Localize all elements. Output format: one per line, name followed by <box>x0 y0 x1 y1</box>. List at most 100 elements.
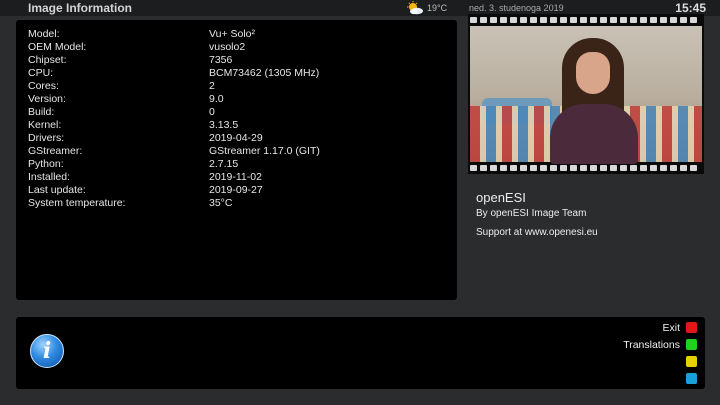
live-tv-picture <box>470 26 702 164</box>
info-row: Cores: 2 <box>28 80 320 93</box>
info-value: Vu+ Solo² <box>209 28 256 40</box>
info-row: Drivers: 2019-04-29 <box>28 132 320 145</box>
color-key-button[interactable] <box>686 356 697 367</box>
info-label: Kernel: <box>28 119 62 131</box>
brand-team: By openESI Image Team <box>476 208 587 219</box>
color-key-button[interactable] <box>686 339 697 350</box>
film-perforation <box>480 17 487 23</box>
film-perforation <box>470 165 477 171</box>
info-row: Chipset: 7356 <box>28 54 320 67</box>
film-perforations-bottom <box>468 162 704 174</box>
film-perforation <box>580 17 587 23</box>
info-row: CPU: BCM73462 (1305 MHz) <box>28 67 320 80</box>
film-perforation <box>560 165 567 171</box>
picture-face <box>576 52 610 94</box>
film-perforation <box>610 165 617 171</box>
film-perforation <box>650 165 657 171</box>
film-perforation <box>550 165 557 171</box>
film-perforation <box>640 165 647 171</box>
info-value: 9.0 <box>209 93 224 105</box>
color-key-button[interactable] <box>686 322 697 333</box>
info-value: 2019-09-27 <box>209 184 263 196</box>
info-label: Model: <box>28 28 60 40</box>
film-perforation <box>490 165 497 171</box>
film-perforation <box>510 165 517 171</box>
sun-cloud-icon <box>407 1 423 15</box>
film-perforation <box>470 17 477 23</box>
film-perforation <box>610 17 617 23</box>
info-value: 2019-11-02 <box>209 171 262 183</box>
info-row: Last update: 2019-09-27 <box>28 184 320 197</box>
color-key-2[interactable]: Translations <box>623 337 697 352</box>
film-perforation <box>570 165 577 171</box>
color-key-button[interactable] <box>686 373 697 384</box>
film-perforation <box>640 17 647 23</box>
info-value: GStreamer 1.17.0 (GIT) <box>209 145 320 157</box>
color-key-3[interactable] <box>680 354 697 369</box>
color-key-label: Translations <box>623 338 680 351</box>
info-row: Python: 2.7.15 <box>28 158 320 171</box>
color-key-1[interactable]: Exit <box>662 320 697 335</box>
film-perforation <box>550 17 557 23</box>
film-perforation <box>570 17 577 23</box>
film-perforation <box>500 165 507 171</box>
film-perforations-top <box>468 14 704 26</box>
info-label: Version: <box>28 93 66 105</box>
color-key-4[interactable] <box>680 371 697 386</box>
picture-body <box>550 104 638 164</box>
film-perforation <box>540 17 547 23</box>
film-perforation <box>680 17 687 23</box>
film-perforation <box>490 17 497 23</box>
info-label: Python: <box>28 158 64 170</box>
film-perforation <box>690 165 697 171</box>
film-perforation <box>530 17 537 23</box>
video-preview <box>468 14 704 174</box>
film-perforation <box>630 165 637 171</box>
info-value: 2019-04-29 <box>209 132 263 144</box>
info-label: Installed: <box>28 171 71 183</box>
film-perforation <box>590 17 597 23</box>
film-perforation <box>520 17 527 23</box>
info-row: Kernel: 3.13.5 <box>28 119 320 132</box>
info-label: Chipset: <box>28 54 67 66</box>
info-value: 35°C <box>209 197 233 209</box>
info-list: Model: Vu+ Solo² OEM Model: vusolo2 Chipset:… <box>28 28 320 210</box>
film-perforation <box>510 17 517 23</box>
info-label: CPU: <box>28 67 54 79</box>
info-value: 3.13.5 <box>209 119 239 131</box>
info-row: Version: 9.0 <box>28 93 320 106</box>
weather-widget: 19°C <box>405 1 465 15</box>
info-row: GStreamer: GStreamer 1.17.0 (GIT) <box>28 145 320 158</box>
film-perforation <box>620 17 627 23</box>
info-label: System temperature: <box>28 197 126 209</box>
info-label: OEM Model: <box>28 41 87 53</box>
film-perforation <box>480 165 487 171</box>
info-glyph: i <box>42 338 52 364</box>
film-perforation <box>650 17 657 23</box>
info-label: Build: <box>28 106 55 118</box>
weather-temperature: 19°C <box>427 3 448 13</box>
picture-person <box>548 38 640 164</box>
info-icon[interactable]: i <box>30 334 64 368</box>
film-perforation <box>580 165 587 171</box>
film-perforation <box>690 17 697 23</box>
support-url: Support at www.openesi.eu <box>476 227 598 238</box>
info-row: Build: 0 <box>28 106 320 119</box>
film-perforation <box>630 17 637 23</box>
info-label: Last update: <box>28 184 86 196</box>
info-value: BCM73462 (1305 MHz) <box>209 67 320 79</box>
film-perforation <box>590 165 597 171</box>
info-row: OEM Model: vusolo2 <box>28 41 320 54</box>
info-value: 2 <box>209 80 215 92</box>
info-value: 2.7.15 <box>209 158 239 170</box>
film-perforation <box>500 17 507 23</box>
film-perforation <box>660 17 667 23</box>
film-perforation <box>530 165 537 171</box>
film-perforation <box>620 165 627 171</box>
info-value: vusolo2 <box>209 41 246 53</box>
window-title: Image Information <box>28 1 133 15</box>
clock: 15:45 <box>675 1 706 15</box>
button-bar: i Exit Translations <box>16 317 705 389</box>
info-value: 7356 <box>209 54 233 66</box>
film-perforation <box>670 17 677 23</box>
